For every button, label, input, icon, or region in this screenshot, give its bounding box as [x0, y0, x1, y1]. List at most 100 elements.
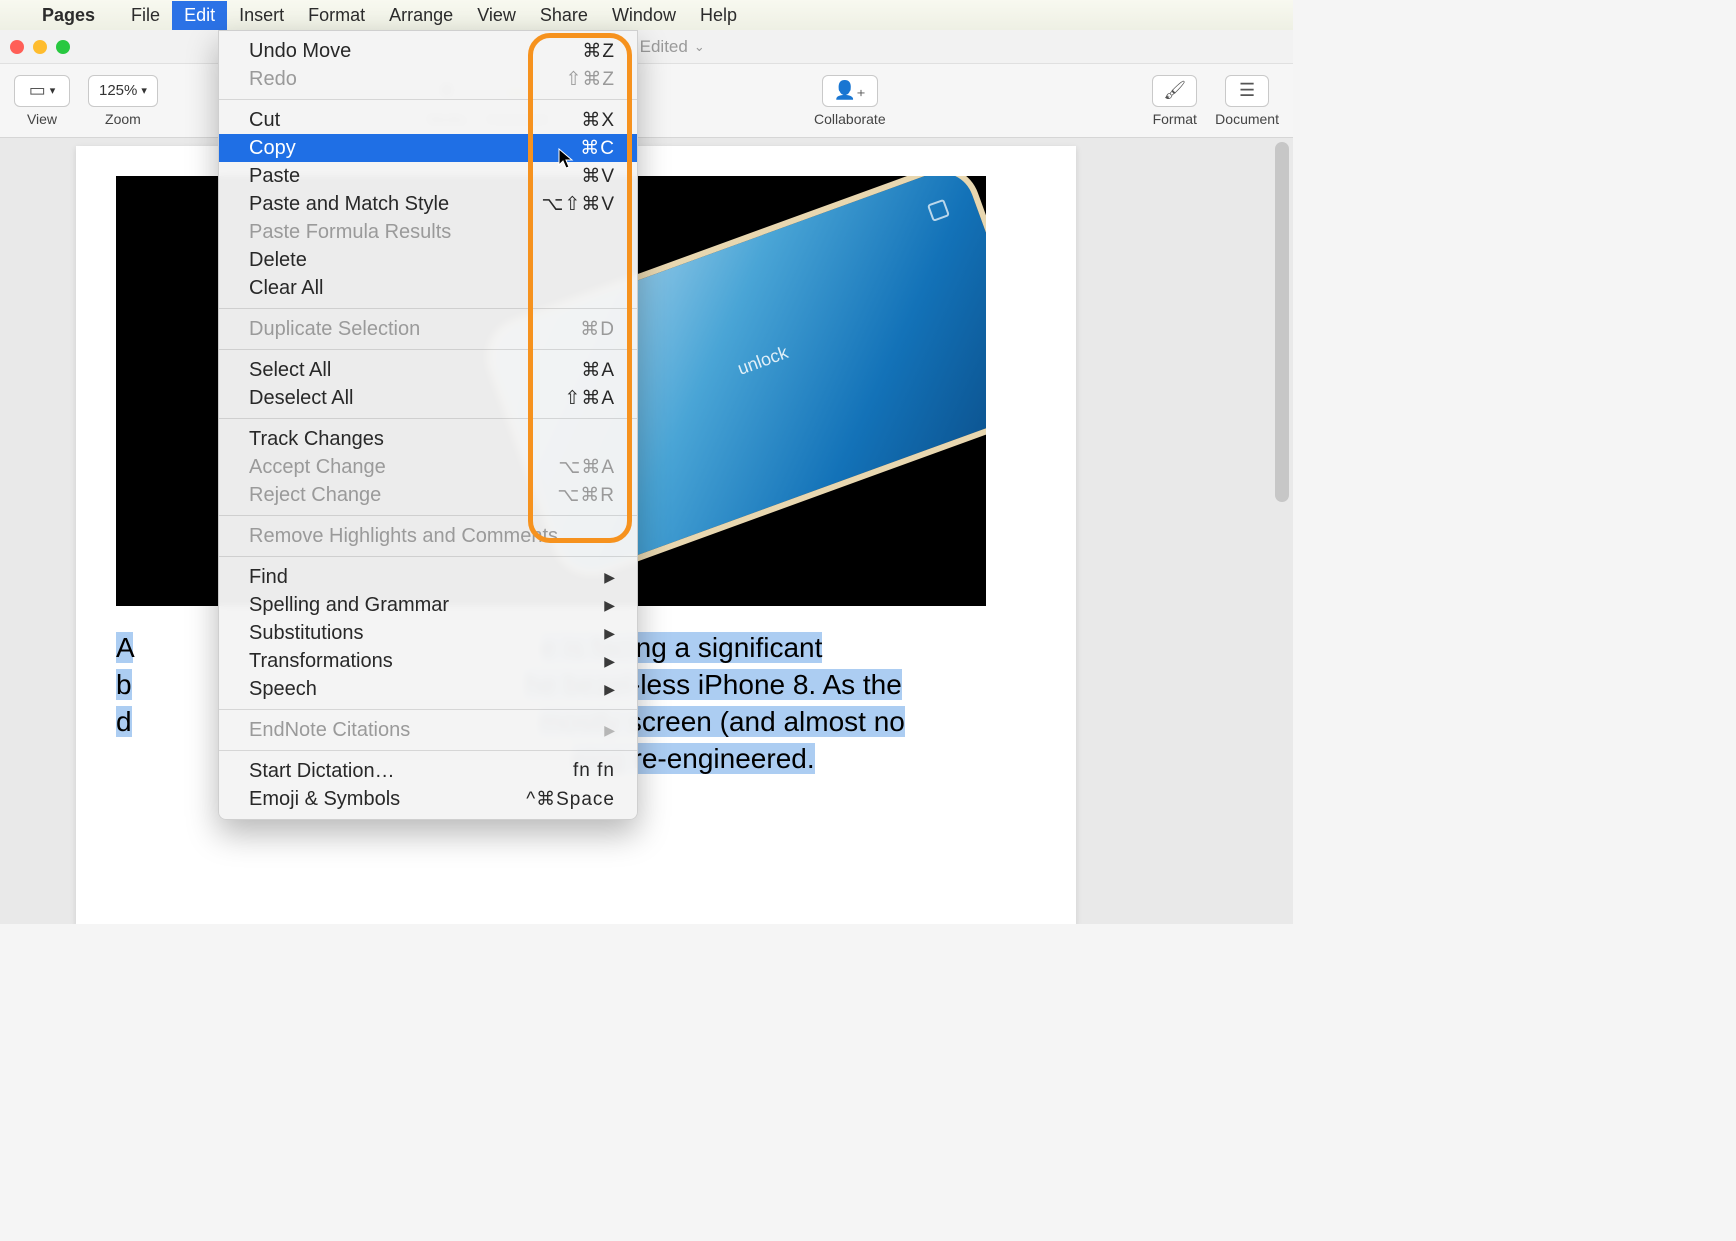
menu-item-label: Paste — [249, 165, 300, 188]
window: e 8 — Edited ⌄ ▭▾ View 125%▾ Zoom ✿ Medi… — [0, 30, 1293, 924]
menu-insert[interactable]: Insert — [227, 1, 296, 30]
selected-text: b — [116, 669, 132, 700]
toolbar-view[interactable]: ▭▾ View — [14, 75, 70, 127]
menu-shortcut: ^⌘Space — [526, 788, 615, 811]
menu-shortcut: ⌘Z — [582, 40, 615, 63]
menu-item-transformations[interactable]: Transformations▶ — [219, 647, 637, 675]
toolbar-zoom-label: Zoom — [105, 111, 141, 127]
selected-text: A — [116, 632, 133, 663]
menu-item-select-all[interactable]: Select All ⌘A — [219, 356, 637, 384]
menu-item-label: Clear All — [249, 277, 323, 300]
menu-item-emoji-symbols[interactable]: Emoji & Symbols ^⌘Space — [219, 785, 637, 813]
menu-item-label: Paste and Match Style — [249, 193, 449, 216]
menu-separator — [219, 349, 637, 350]
chevron-down-icon: ▾ — [141, 84, 147, 97]
phone-unlock-label: unlock — [735, 342, 791, 380]
menu-separator — [219, 99, 637, 100]
menu-shortcut: ⇧⌘A — [564, 387, 615, 410]
menu-item-label: Accept Change — [249, 456, 386, 479]
toolbar-format[interactable]: 🖌 Format — [1152, 75, 1197, 127]
menu-item-duplicate-selection: Duplicate Selection⌘D — [219, 315, 637, 343]
menu-view[interactable]: View — [465, 1, 528, 30]
menu-item-track-changes[interactable]: Track Changes — [219, 425, 637, 453]
menu-item-find[interactable]: Find ▶ — [219, 563, 637, 591]
submenu-arrow-icon: ▶ — [604, 722, 615, 739]
vertical-scrollbar[interactable] — [1275, 142, 1289, 502]
menu-file[interactable]: File — [119, 1, 172, 30]
menu-item-label: Substitutions — [249, 622, 364, 645]
collaborate-icon: 👤₊ — [834, 80, 866, 101]
menu-item-label: Select All — [249, 359, 331, 382]
toolbar-document[interactable]: ☰ Document — [1215, 75, 1279, 127]
menu-separator — [219, 308, 637, 309]
menubar: Pages FileEditInsertFormatArrangeViewSha… — [0, 0, 1293, 30]
chevron-down-icon: ▾ — [50, 84, 56, 97]
menu-shortcut: ⌥⇧⌘V — [542, 193, 616, 216]
menu-separator — [219, 515, 637, 516]
menu-item-deselect-all[interactable]: Deselect All ⇧⌘A — [219, 384, 637, 412]
menu-shortcut: fn fn — [573, 760, 615, 782]
menu-shortcut: ⌘D — [580, 318, 615, 341]
menu-shortcut: ⌥⌘R — [557, 484, 615, 507]
menu-item-delete[interactable]: Delete — [219, 246, 637, 274]
toolbar-collaborate-label: Collaborate — [814, 111, 886, 127]
menu-shortcut: ⌘X — [581, 109, 615, 132]
app-name[interactable]: Pages — [32, 1, 105, 30]
titlebar: e 8 — Edited ⌄ — [0, 30, 1293, 64]
toolbar-collaborate[interactable]: 👤₊ Collaborate — [814, 75, 886, 127]
menu-item-label: Start Dictation… — [249, 760, 395, 783]
toolbar: ▭▾ View 125%▾ Zoom ✿ Media ▬ Comment 👤₊ … — [0, 64, 1293, 138]
traffic-lights — [10, 40, 70, 54]
menu-item-copy[interactable]: Copy ⌘C — [219, 134, 637, 162]
menu-shortcut: ⇧⌘Z — [565, 68, 615, 91]
menu-item-endnote-citations: EndNote Citations▶ — [219, 716, 637, 744]
menu-separator — [219, 709, 637, 710]
menu-item-undo-move[interactable]: Undo Move⌘Z — [219, 37, 637, 65]
chevron-down-icon: ⌄ — [694, 39, 705, 55]
menu-shortcut: ⌘V — [581, 165, 615, 188]
menu-item-label: Reject Change — [249, 484, 381, 507]
toolbar-document-label: Document — [1215, 111, 1279, 127]
menu-item-label: Delete — [249, 249, 307, 272]
close-window-button[interactable] — [10, 40, 24, 54]
menu-window[interactable]: Window — [600, 1, 688, 30]
menu-edit[interactable]: Edit — [172, 1, 227, 30]
menu-item-label: Deselect All — [249, 387, 354, 410]
menu-help[interactable]: Help — [688, 1, 749, 30]
menu-item-label: Copy — [249, 137, 296, 160]
menu-item-paste[interactable]: Paste ⌘V — [219, 162, 637, 190]
menu-item-substitutions[interactable]: Substitutions▶ — [219, 619, 637, 647]
toolbar-format-label: Format — [1153, 111, 1197, 127]
submenu-arrow-icon: ▶ — [604, 569, 615, 586]
menu-item-label: Spelling and Grammar — [249, 594, 449, 617]
toolbar-zoom[interactable]: 125% ▾ Zoom — [88, 75, 158, 127]
menu-arrange[interactable]: Arrange — [377, 1, 465, 30]
minimize-window-button[interactable] — [33, 40, 47, 54]
menu-item-accept-change: Accept Change ⌥⌘A — [219, 453, 637, 481]
menu-shortcut: ⌘C — [580, 137, 615, 160]
menu-item-remove-highlights-and-comments: Remove Highlights and Comments — [219, 522, 637, 550]
menu-item-label: Paste Formula Results — [249, 221, 451, 244]
menu-format[interactable]: Format — [296, 1, 377, 30]
view-icon: ▭ — [29, 80, 46, 101]
edit-menu-dropdown[interactable]: Undo Move⌘ZRedo⇧⌘ZCut⌘XCopy⌘CPaste⌘VPast… — [218, 30, 638, 820]
menu-item-clear-all[interactable]: Clear All — [219, 274, 637, 302]
menu-shortcut: ⌥⌘A — [558, 456, 615, 479]
document-icon: ☰ — [1239, 80, 1255, 101]
menu-item-spelling-and-grammar[interactable]: Spelling and Grammar▶ — [219, 591, 637, 619]
menu-share[interactable]: Share — [528, 1, 600, 30]
menu-separator — [219, 750, 637, 751]
menu-item-label: Track Changes — [249, 428, 384, 451]
document-area[interactable]: unlock A xxxxxxxxxxxxxxxxxxxxxxxxxxxx e … — [0, 138, 1293, 924]
menu-item-label: Find — [249, 566, 288, 589]
fullscreen-window-button[interactable] — [56, 40, 70, 54]
menu-separator — [219, 556, 637, 557]
selected-text: d — [116, 706, 132, 737]
zoom-value: 125% — [99, 82, 137, 99]
menu-shortcut: ⌘A — [581, 359, 615, 382]
menu-item-start-dictation[interactable]: Start Dictation… fn fn — [219, 757, 637, 785]
menu-item-paste-and-match-style[interactable]: Paste and Match Style ⌥⇧⌘V — [219, 190, 637, 218]
menu-item-label: Emoji & Symbols — [249, 788, 400, 811]
menu-item-speech[interactable]: Speech▶ — [219, 675, 637, 703]
menu-item-cut[interactable]: Cut⌘X — [219, 106, 637, 134]
